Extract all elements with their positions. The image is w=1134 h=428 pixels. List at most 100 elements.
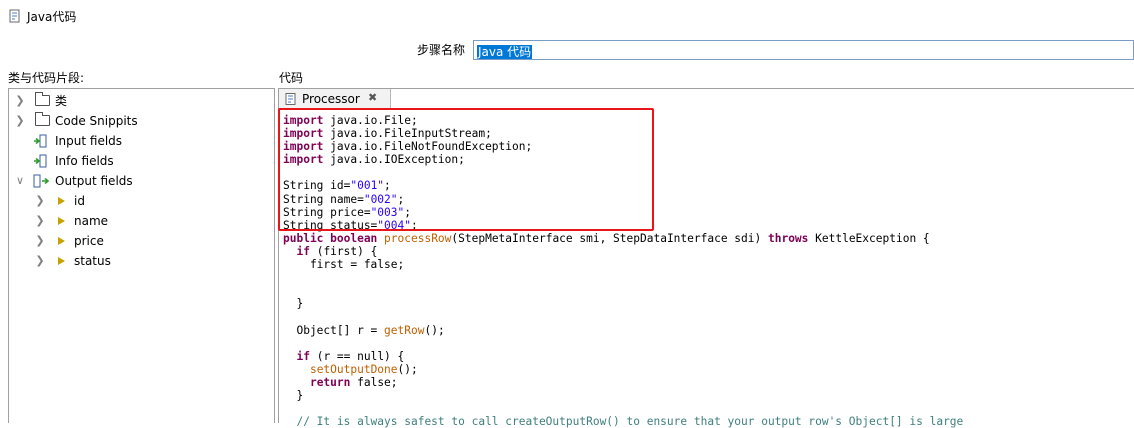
window-title: Java代码	[27, 10, 77, 24]
code-token: setOutputDone	[309, 362, 398, 376]
code-token: "002"	[363, 192, 398, 206]
code-token: first = false;	[283, 258, 405, 272]
tree-item-label: Code Snippits	[55, 114, 138, 128]
code-token: Object[] r =	[283, 323, 385, 337]
tree-item-label: Input fields	[55, 134, 123, 148]
code-line: return false;	[283, 376, 963, 389]
code-token: getRow	[384, 323, 425, 337]
tree-item-field-price[interactable]: ❯ price	[35, 231, 265, 251]
code-token: java.io.FileInputStream;	[323, 127, 492, 141]
tree-item-field-id[interactable]: ❯ id	[35, 191, 265, 211]
tree-item-label: name	[74, 214, 109, 228]
code-token: ();	[424, 323, 445, 337]
close-icon[interactable]: ✖	[368, 91, 377, 104]
code-token: if	[296, 349, 310, 363]
code-token: }	[283, 297, 304, 311]
code-token: String id=	[283, 179, 351, 193]
tree-item-label: status	[74, 254, 111, 268]
code-line: String price="003";	[283, 206, 963, 219]
chevron-right-icon[interactable]: ❯	[15, 91, 25, 111]
code-token: import	[283, 114, 324, 127]
code-line: String name="002";	[283, 193, 963, 206]
code-token: // It is always safest to call createOut…	[283, 415, 964, 428]
chevron-right-icon[interactable]: ❯	[35, 191, 45, 211]
tree-item-label: Info fields	[55, 154, 114, 168]
code-line: public boolean processRow(StepMetaInterf…	[283, 232, 963, 245]
code-token: public boolean	[283, 231, 378, 245]
tree-item-classes[interactable]: ❯ 类	[15, 91, 265, 111]
step-name-label: 步骤名称	[417, 43, 466, 57]
tree-item-label: price	[74, 234, 104, 248]
code-token: import	[283, 127, 324, 141]
chevron-right-icon[interactable]: ❯	[15, 111, 25, 131]
code-token: ;	[404, 205, 411, 219]
code-line: import java.io.FileNotFoundException;	[283, 140, 963, 153]
chevron-right-icon[interactable]: ❯	[35, 251, 45, 271]
code-token: "004"	[377, 218, 411, 232]
code-token: processRow	[384, 231, 452, 245]
field-triangle-icon	[58, 257, 65, 265]
code-token: (StepMetaInterface smi, StepDataInterfac…	[451, 231, 768, 245]
folder-icon	[35, 112, 50, 126]
tree-item-code-snippits[interactable]: ❯ Code Snippits	[15, 111, 265, 131]
java-class-icon	[9, 9, 20, 23]
code-line: String status="004";	[283, 219, 963, 232]
tree-item-field-name[interactable]: ❯ name	[35, 211, 265, 231]
code-token: String name=	[283, 192, 364, 206]
code-line: }	[283, 389, 963, 402]
code-token: java.io.FileNotFoundException;	[323, 140, 533, 154]
code-token: java.io.File;	[323, 114, 418, 127]
code-token: ();	[397, 362, 418, 376]
code-line: String id="001";	[283, 179, 963, 192]
code-text[interactable]: import java.io.File; import java.io.FileI…	[283, 114, 963, 428]
code-token: java.io.IOException;	[323, 153, 465, 167]
code-token: import	[283, 140, 324, 154]
code-line: import java.io.IOException;	[283, 153, 963, 166]
field-triangle-icon	[58, 217, 65, 225]
code-token: throws	[767, 231, 809, 245]
tree-item-label: id	[74, 194, 85, 208]
chevron-down-icon[interactable]: ∨	[15, 171, 25, 191]
chevron-right-icon[interactable]: ❯	[35, 211, 45, 231]
code-line: first = false;	[283, 258, 963, 271]
code-line: import java.io.File;	[283, 114, 963, 127]
code-line: setOutputDone();	[283, 363, 963, 376]
field-triangle-icon	[58, 237, 65, 245]
window-titlebar: Java代码	[0, 0, 1134, 33]
code-token: "001"	[350, 179, 385, 193]
code-token: }	[283, 388, 304, 402]
code-label: 代码	[279, 71, 304, 85]
tree-item-info-fields[interactable]: Info fields	[15, 151, 265, 171]
classes-tree[interactable]: ❯ 类 ❯ Code Snippits Input fields Info fi…	[8, 88, 275, 423]
code-token: (r == null) {	[309, 349, 405, 363]
code-token: ;	[384, 179, 391, 193]
code-line: }	[283, 297, 963, 310]
code-token: (first) {	[309, 244, 378, 258]
tab-processor[interactable]: Processor ✖	[279, 89, 391, 109]
tree-item-label: Output fields	[55, 174, 133, 188]
code-line: Object[] r = getRow();	[283, 324, 963, 337]
field-triangle-icon	[58, 197, 65, 205]
code-token: ;	[397, 192, 405, 206]
code-token: if	[296, 244, 310, 258]
tree-item-input-fields[interactable]: Input fields	[15, 131, 265, 151]
tree-item-field-status[interactable]: ❯ status	[35, 251, 265, 271]
step-name-input[interactable]: Java 代码	[473, 40, 1134, 60]
code-token: KettleException {	[808, 231, 930, 245]
chevron-right-icon[interactable]: ❯	[35, 231, 45, 251]
tree-item-output-fields[interactable]: ∨ Output fields	[15, 171, 265, 191]
code-line: if (first) {	[283, 245, 963, 258]
code-token: false;	[350, 375, 398, 389]
code-token: String price=	[283, 205, 371, 219]
code-line: // It is always safest to call createOut…	[283, 415, 963, 428]
folder-icon	[35, 92, 50, 106]
